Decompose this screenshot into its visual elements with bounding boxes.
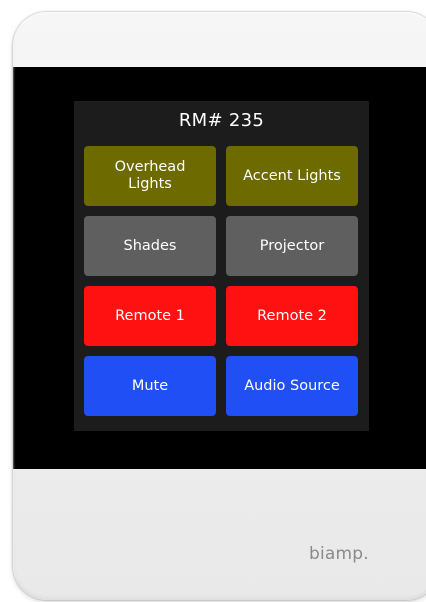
mute-button[interactable]: Mute	[84, 356, 216, 416]
projector-button[interactable]: Projector	[226, 216, 358, 276]
touch-panel-device: RM# 235 Overhead Lights Accent Lights Sh…	[13, 12, 426, 600]
projector-label: Projector	[259, 237, 325, 254]
display-screen: RM# 235 Overhead Lights Accent Lights Sh…	[13, 67, 426, 469]
overhead-lights-label: Overhead Lights	[114, 159, 186, 192]
shades-label: Shades	[123, 237, 177, 254]
overhead-lights-button[interactable]: Overhead Lights	[84, 146, 216, 206]
shades-button[interactable]: Shades	[84, 216, 216, 276]
accent-lights-button[interactable]: Accent Lights	[226, 146, 358, 206]
audio-source-label: Audio Source	[244, 377, 340, 394]
remote-1-label: Remote 1	[115, 307, 185, 324]
control-panel: RM# 235 Overhead Lights Accent Lights Sh…	[74, 101, 369, 431]
remote-2-label: Remote 2	[257, 307, 327, 324]
brand-logo: biamp.	[309, 544, 369, 564]
audio-source-button[interactable]: Audio Source	[226, 356, 358, 416]
mute-label: Mute	[131, 377, 169, 394]
remote-1-button[interactable]: Remote 1	[84, 286, 216, 346]
room-title: RM# 235	[178, 110, 265, 131]
accent-lights-label: Accent Lights	[243, 167, 341, 184]
remote-2-button[interactable]: Remote 2	[226, 286, 358, 346]
